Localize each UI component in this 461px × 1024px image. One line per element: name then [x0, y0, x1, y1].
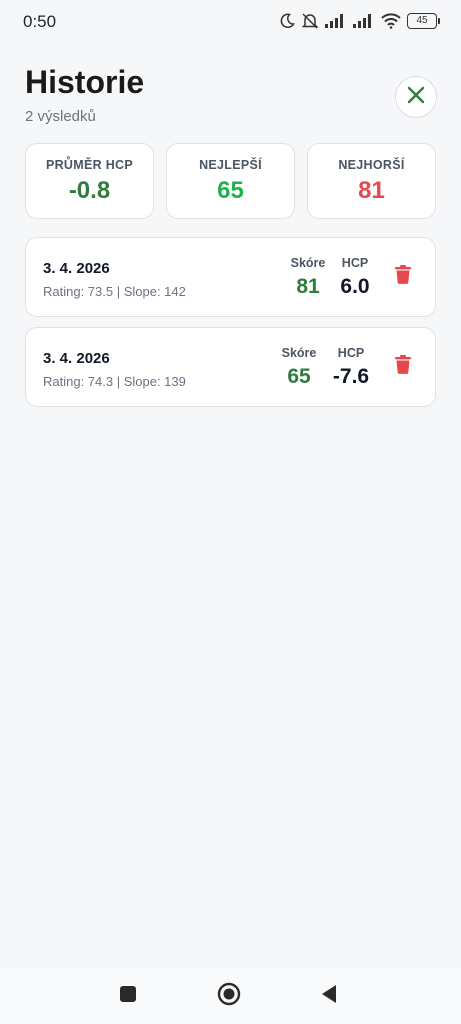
status-bar: 0:50 45: [0, 0, 461, 44]
signal-icon: [325, 14, 347, 28]
result-count: 2 výsledků: [25, 108, 96, 125]
stat-card-worst: NEJHORŠÍ 81: [307, 143, 436, 219]
entry-rating-slope: Rating: 74.3 | Slope: 139: [43, 374, 186, 389]
score-column: Skóre 65: [279, 346, 319, 389]
stat-card-average-hcp: PRŮMĚR HCP -0.8: [25, 143, 154, 219]
battery-icon: 45: [407, 13, 440, 29]
score-value: 81: [296, 275, 320, 298]
stat-label: NEJLEPŠÍ: [199, 158, 262, 172]
summary-stats: PRŮMĚR HCP -0.8 NEJLEPŠÍ 65 NEJHORŠÍ 81: [25, 143, 436, 219]
delete-button[interactable]: [390, 354, 416, 380]
entry-date: 3. 4. 2026: [43, 260, 110, 277]
hcp-label: HCP: [337, 346, 365, 360]
score-value: 65: [287, 365, 311, 388]
page-title: Historie: [25, 64, 145, 100]
close-button[interactable]: [395, 76, 437, 118]
history-entry[interactable]: 3. 4. 2026 Rating: 74.3 | Slope: 139 Skó…: [25, 327, 436, 407]
trash-icon: [395, 355, 411, 379]
history-entry[interactable]: 3. 4. 2026 Rating: 73.5 | Slope: 142 Skó…: [25, 237, 436, 317]
score-label: Skóre: [281, 346, 317, 360]
stat-value: 65: [217, 177, 244, 204]
score-column: Skóre 81: [288, 256, 328, 299]
hcp-value: 6.0: [340, 275, 370, 298]
home-button[interactable]: [215, 982, 243, 1010]
stat-card-best: NEJLEPŠÍ 65: [166, 143, 295, 219]
entry-date: 3. 4. 2026: [43, 350, 110, 367]
back-icon: [320, 984, 338, 1009]
delete-button[interactable]: [390, 264, 416, 290]
stat-label: PRŮMĚR HCP: [45, 158, 134, 172]
home-icon: [217, 982, 241, 1011]
score-label: Skóre: [290, 256, 326, 270]
bell-muted-icon: [301, 12, 319, 30]
back-button[interactable]: [315, 982, 343, 1010]
stat-value: -0.8: [68, 177, 111, 204]
status-icons: 45: [279, 12, 440, 30]
recent-apps-button[interactable]: [114, 982, 142, 1010]
hcp-label: HCP: [341, 256, 369, 270]
hcp-column: HCP -7.6: [328, 346, 374, 389]
status-time: 0:50: [23, 12, 57, 31]
recent-apps-icon: [119, 985, 137, 1008]
signal-icon: [353, 14, 375, 28]
wifi-icon: [381, 13, 401, 29]
moon-icon: [279, 13, 295, 29]
hcp-column: HCP 6.0: [334, 256, 376, 299]
hcp-value: -7.6: [332, 365, 370, 388]
entry-rating-slope: Rating: 73.5 | Slope: 142: [43, 284, 186, 299]
stat-value: 81: [358, 177, 385, 204]
trash-icon: [395, 265, 411, 289]
close-icon: [406, 85, 426, 110]
stat-label: NEJHORŠÍ: [338, 158, 405, 172]
system-nav-bar: [0, 968, 461, 1024]
